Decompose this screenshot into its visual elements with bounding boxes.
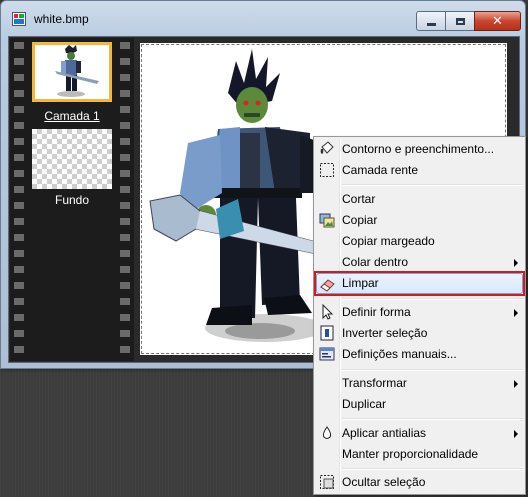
invert-selection-icon: [320, 325, 334, 341]
menu-item-transformar[interactable]: Transformar: [316, 373, 523, 394]
menu-item-definir-forma[interactable]: Definir forma: [316, 302, 523, 323]
menu-item-cortar[interactable]: Cortar: [316, 189, 523, 210]
menu-item-camada-rente[interactable]: Camada rente: [316, 160, 523, 181]
submenu-arrow-icon: [514, 309, 518, 317]
paint-bucket-icon: [320, 141, 334, 154]
menu-separator: [342, 418, 523, 420]
submenu-arrow-icon: [514, 259, 518, 267]
menu-separator: [342, 184, 523, 186]
submenu-arrow-icon: [514, 430, 518, 438]
menu-item-aplicar-antialias[interactable]: Aplicar antialias: [316, 423, 523, 444]
pointer-icon: [322, 304, 334, 320]
hide-selection-icon: [320, 475, 334, 489]
layer-label-fundo[interactable]: Fundo: [26, 193, 118, 207]
menu-item-copiar[interactable]: Copiar: [316, 210, 523, 231]
manual-settings-icon: [319, 347, 335, 361]
layer-label-camada-1[interactable]: Camada 1: [26, 109, 118, 123]
context-menu: Contorno e preenchimento... Camada rente…: [313, 136, 526, 495]
character-thumbnail-icon: [55, 45, 99, 97]
menu-item-duplicar[interactable]: Duplicar: [316, 394, 523, 415]
eraser-icon: [320, 279, 335, 292]
copy-image-icon: [319, 213, 335, 228]
minimize-button[interactable]: [416, 11, 446, 31]
menu-item-copiar-margeado[interactable]: Copiar margeado: [316, 231, 523, 252]
film-sprockets-left: [14, 38, 24, 361]
window-title: white.bmp: [34, 12, 89, 26]
maximize-icon: [455, 17, 465, 25]
menu-item-limpar[interactable]: Limpar: [316, 273, 523, 294]
menu-item-ocultar-selecao[interactable]: Ocultar seleção: [316, 472, 523, 493]
submenu-arrow-icon: [514, 380, 518, 388]
title-bar[interactable]: white.bmp ✕: [1, 1, 525, 31]
film-sprockets-right: [120, 38, 130, 361]
menu-separator: [342, 468, 523, 470]
menu-item-inverter-selecao[interactable]: Inverter seleção: [316, 323, 523, 344]
minimize-icon: [426, 22, 436, 26]
water-drop-icon: [322, 426, 332, 439]
layers-panel: Camada 1 Fundo: [10, 38, 134, 361]
menu-separator: [342, 369, 523, 371]
bitmap-file-icon: [12, 12, 26, 26]
menu-item-contorno-preenchimento[interactable]: Contorno e preenchimento...: [316, 139, 523, 160]
close-icon: ✕: [492, 13, 503, 29]
maximize-button[interactable]: [445, 11, 475, 31]
close-button[interactable]: ✕: [474, 11, 521, 31]
dashed-selection-icon: [320, 163, 334, 177]
menu-item-definicoes-manuais[interactable]: Definições manuais...: [316, 344, 523, 365]
menu-separator: [342, 298, 523, 300]
menu-item-manter-proporcionalidade[interactable]: Manter proporcionalidade: [316, 444, 523, 465]
menu-item-colar-dentro[interactable]: Colar dentro: [316, 252, 523, 273]
layer-thumbnail-camada-1[interactable]: [32, 42, 112, 102]
layer-thumbnail-fundo[interactable]: [32, 129, 112, 189]
